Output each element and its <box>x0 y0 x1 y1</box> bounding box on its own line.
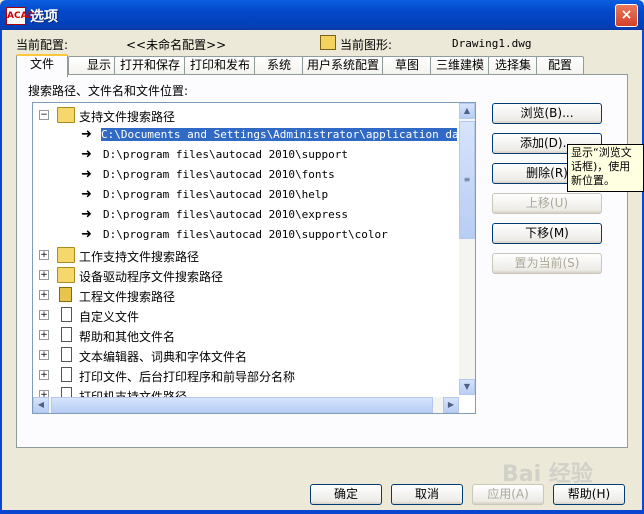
expand-icon[interactable]: + <box>39 270 49 280</box>
scroll-up-icon[interactable]: ▲ <box>459 103 475 119</box>
tooltip-line: 显示“浏览文 <box>571 146 632 159</box>
scroll-thumb-horizontal[interactable] <box>51 397 433 413</box>
tooltip-line: 新位置。 <box>571 174 615 187</box>
tree-item-path[interactable]: ➜ D:\program files\autocad 2010\fonts <box>33 165 463 185</box>
set-current-button[interactable]: 置为当前(S) <box>492 253 602 274</box>
tab-open-save[interactable]: 打开和保存 <box>114 56 186 75</box>
expand-icon[interactable]: + <box>39 310 49 320</box>
cancel-button[interactable]: 取消 <box>391 484 463 505</box>
ok-button[interactable]: 确定 <box>310 484 382 505</box>
scroll-thumb[interactable]: ≡ <box>459 121 475 239</box>
tree-item-label: D:\program files\autocad 2010\help <box>103 188 329 201</box>
current-drawing-value: Drawing1.dwg <box>452 37 532 50</box>
tab-drafting[interactable]: 草图 <box>382 56 432 75</box>
move-up-button[interactable]: 上移(U) <box>492 193 602 214</box>
browse-button[interactable]: 浏览(B)... <box>492 103 602 124</box>
project-icon <box>59 287 72 302</box>
move-down-button[interactable]: 下移(M) <box>492 223 602 244</box>
expand-icon[interactable]: + <box>39 290 49 300</box>
expand-icon[interactable]: + <box>39 370 49 380</box>
tree-item-path[interactable]: ➜ D:\program files\autocad 2010\support\… <box>33 225 463 245</box>
tree-node-label: 支持文件搜索路径 <box>79 110 176 124</box>
tree-node-label: 自定义文件 <box>79 310 140 324</box>
scroll-right-icon[interactable]: ▶ <box>443 397 459 413</box>
path-arrow-icon: ➜ <box>81 127 92 142</box>
drawing-icon <box>320 35 336 50</box>
path-arrow-icon: ➜ <box>81 147 92 162</box>
tree-node-project-files[interactable]: + 工程文件搜索路径 <box>33 285 463 305</box>
tree-node-support-paths[interactable]: − 支持文件搜索路径 <box>33 105 463 125</box>
document-icon <box>61 327 72 342</box>
tree-item-label: D:\program files\autocad 2010\fonts <box>103 168 335 181</box>
tab-3d-modeling[interactable]: 三维建模 <box>430 56 490 75</box>
path-arrow-icon: ➜ <box>81 187 92 202</box>
folder-icon <box>57 107 75 123</box>
folder-icon <box>57 267 75 283</box>
current-profile-value: <<未命名配置>> <box>126 38 227 52</box>
autocad-app-icon: ACAD <box>6 7 35 25</box>
path-arrow-icon: ➜ <box>81 207 92 222</box>
tree-item-path[interactable]: ➜ C:\Documents and Settings\Administrato… <box>33 125 463 145</box>
path-arrow-icon: ➜ <box>81 167 92 182</box>
expand-icon[interactable]: + <box>39 250 49 260</box>
scroll-left-icon[interactable]: ◀ <box>33 397 49 413</box>
tab-files[interactable]: 文件 <box>16 54 68 77</box>
tree-node-customization[interactable]: + 自定义文件 <box>33 305 463 325</box>
search-paths-label: 搜索路径、文件名和文件位置: <box>28 84 189 98</box>
current-profile-label: 当前配置: <box>16 38 69 52</box>
tree-item-label: D:\program files\autocad 2010\express <box>103 208 349 221</box>
folder-icon <box>57 247 75 263</box>
window-title: 选项 <box>30 9 58 25</box>
file-paths-tree[interactable]: − 支持文件搜索路径 ➜ C:\Documents and Settings\A… <box>32 102 476 414</box>
horizontal-scrollbar[interactable]: ◀ ▶ <box>33 397 459 413</box>
tree-node-label: 工程文件搜索路径 <box>79 290 176 304</box>
document-icon <box>61 347 72 362</box>
path-arrow-icon: ➜ <box>81 227 92 242</box>
tree-node-text-editor[interactable]: + 文本编辑器、词典和字体文件名 <box>33 345 463 365</box>
tree-item-path[interactable]: ➜ D:\program files\autocad 2010\support <box>33 145 463 165</box>
expand-icon[interactable]: + <box>39 350 49 360</box>
tree-item-label: D:\program files\autocad 2010\support <box>103 148 349 161</box>
tree-item-label: D:\program files\autocad 2010\support\co… <box>103 228 388 241</box>
title-bar[interactable]: ACAD 选项 × <box>0 0 644 30</box>
tab-plot-publish[interactable]: 打印和发布 <box>184 56 256 75</box>
vertical-scrollbar[interactable]: ▲ ≡ ▼ <box>459 103 475 395</box>
tree-node-label: 打印文件、后台打印程序和前导部分名称 <box>79 370 296 384</box>
tree-item-path[interactable]: ➜ D:\program files\autocad 2010\help <box>33 185 463 205</box>
tree-node-label: 工作支持文件搜索路径 <box>79 250 200 264</box>
document-icon <box>61 307 72 322</box>
tooltip-line: 话框)，使用 <box>571 160 631 173</box>
document-icon <box>61 367 72 382</box>
browse-tooltip: 显示“浏览文 话框)，使用 新位置。 <box>567 144 644 192</box>
tree-node-label: 文本编辑器、词典和字体文件名 <box>79 350 248 364</box>
tab-profiles[interactable]: 配置 <box>536 56 584 75</box>
baidu-watermark: Bai 经验 <box>502 462 593 487</box>
tree-node-label: 帮助和其他文件名 <box>79 330 176 344</box>
collapse-icon[interactable]: − <box>39 110 49 120</box>
current-drawing-label: 当前图形: <box>340 38 393 52</box>
close-button[interactable]: × <box>615 4 638 27</box>
tree-node-label: 设备驱动程序文件搜索路径 <box>79 270 224 284</box>
tree-node-working-support[interactable]: + 工作支持文件搜索路径 <box>33 245 463 265</box>
scroll-down-icon[interactable]: ▼ <box>459 379 475 395</box>
tree-item-path[interactable]: ➜ D:\program files\autocad 2010\express <box>33 205 463 225</box>
tab-user-preferences[interactable]: 用户系统配置 <box>302 56 384 75</box>
tree-item-label: C:\Documents and Settings\Administrator\… <box>101 128 457 141</box>
tree-node-help-files[interactable]: + 帮助和其他文件名 <box>33 325 463 345</box>
tree-node-plot-files[interactable]: + 打印文件、后台打印程序和前导部分名称 <box>33 365 463 385</box>
tab-system[interactable]: 系统 <box>254 56 304 75</box>
tree-node-device-driver[interactable]: + 设备驱动程序文件搜索路径 <box>33 265 463 285</box>
tab-selection[interactable]: 选择集 <box>488 56 538 75</box>
expand-icon[interactable]: + <box>39 330 49 340</box>
